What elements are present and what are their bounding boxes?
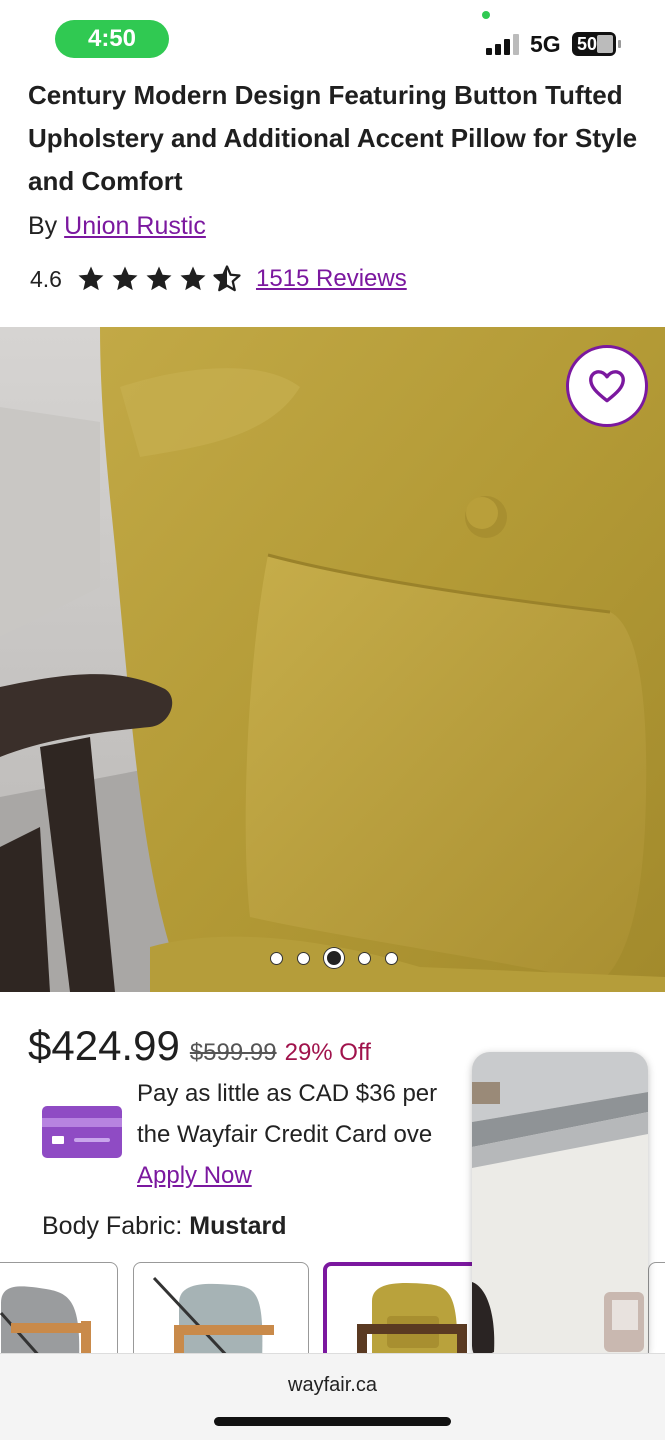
fabric-label-prefix: Body Fabric: xyxy=(42,1212,183,1240)
fabric-selected-value: Mustard xyxy=(189,1212,287,1240)
browser-address-bar[interactable]: wayfair.ca xyxy=(0,1353,665,1440)
status-time[interactable]: 4:50 xyxy=(55,20,169,58)
credit-card-icon xyxy=(42,1106,122,1158)
battery-level: 50 xyxy=(577,34,598,54)
star-icon xyxy=(112,266,138,291)
picture-in-picture-video[interactable] xyxy=(472,1052,648,1364)
original-price: $599.99 xyxy=(189,1039,277,1066)
price-row: $424.99 $599.99 29% Off xyxy=(28,1022,371,1070)
url-text[interactable]: wayfair.ca xyxy=(0,1374,665,1397)
reviews-link[interactable]: 1515 Reviews xyxy=(256,265,407,293)
carousel-dot[interactable] xyxy=(385,951,398,965)
carousel-dot[interactable] xyxy=(297,951,310,965)
privacy-indicator-dot xyxy=(482,11,490,19)
fabric-option-label: Body Fabric: Mustard xyxy=(42,1212,287,1241)
chair-photo xyxy=(0,327,665,992)
credit-offer-line2: the Wayfair Credit Card ove xyxy=(137,1121,433,1148)
rating-row: 4.6 1515 Reviews xyxy=(30,259,407,299)
brand-line: By Union Rustic xyxy=(28,212,206,241)
star-icon xyxy=(180,266,206,291)
star-icon xyxy=(146,266,172,291)
star-icon xyxy=(78,266,104,291)
carousel-dot[interactable] xyxy=(358,951,371,965)
brand-prefix: By xyxy=(28,212,58,240)
heart-icon xyxy=(589,370,625,403)
discount-badge: 29% Off xyxy=(284,1039,371,1066)
carousel-dot-active[interactable] xyxy=(324,948,344,968)
swatch-option[interactable] xyxy=(648,1262,665,1354)
credit-offer: Pay as little as CAD $36 per the Wayfair… xyxy=(137,1073,482,1196)
current-price: $424.99 xyxy=(28,1022,180,1069)
apply-now-link[interactable]: Apply Now xyxy=(137,1162,252,1189)
product-image[interactable] xyxy=(0,327,665,992)
brand-link[interactable]: Union Rustic xyxy=(64,212,206,240)
carousel-dot[interactable] xyxy=(270,951,283,965)
network-type: 5G xyxy=(530,31,561,57)
status-bar: 4:50 5G 50 xyxy=(0,0,665,80)
product-title: Century Modern Design Featuring Button T… xyxy=(28,80,638,196)
star-half-icon xyxy=(213,265,241,292)
image-carousel-dots[interactable] xyxy=(270,947,398,969)
star-rating xyxy=(76,264,242,294)
credit-offer-line1: Pay as little as CAD $36 per xyxy=(137,1080,438,1107)
home-indicator[interactable] xyxy=(214,1417,451,1426)
swatch-option[interactable] xyxy=(0,1262,118,1354)
signal-icon xyxy=(486,33,520,55)
swatch-option[interactable] xyxy=(133,1262,309,1354)
favorite-button[interactable] xyxy=(566,345,648,427)
pip-video-frame xyxy=(472,1052,648,1364)
battery-icon: 50 xyxy=(572,32,621,56)
rating-value: 4.6 xyxy=(30,265,62,292)
